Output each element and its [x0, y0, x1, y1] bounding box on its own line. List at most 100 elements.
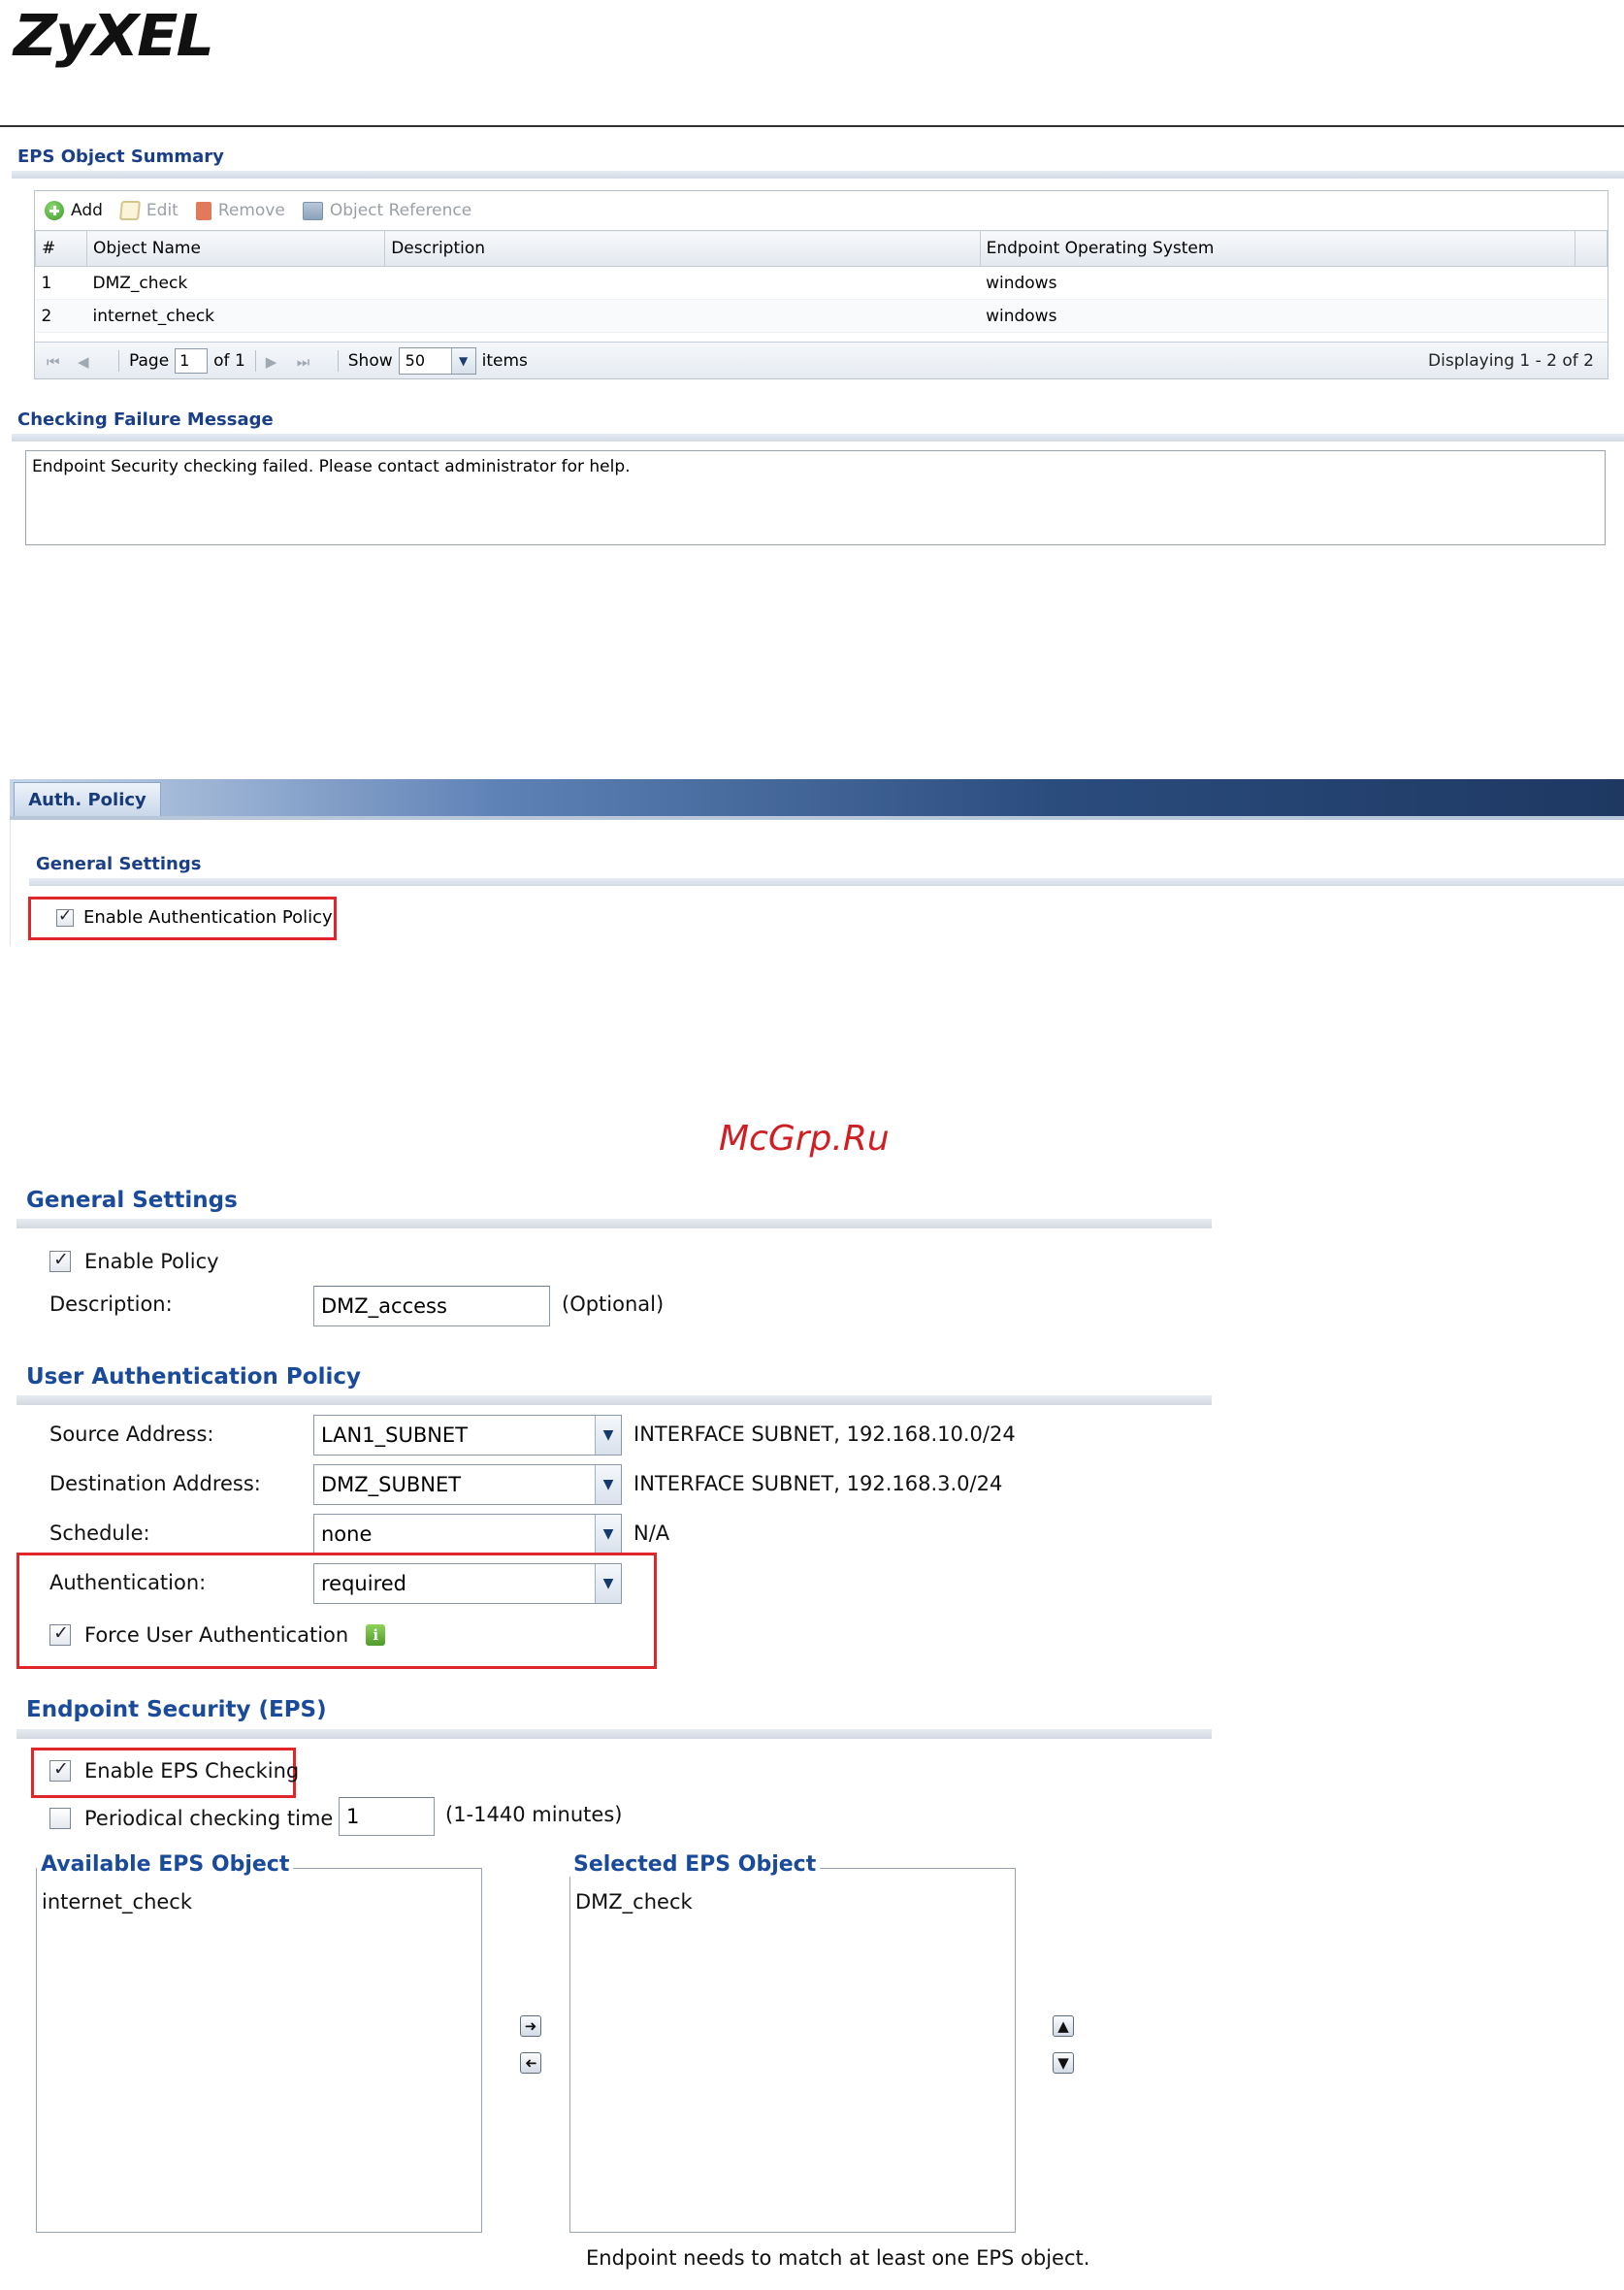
- enable-policy-checkbox[interactable]: [49, 1249, 71, 1272]
- enable-policy-label: Enable Policy: [84, 1250, 219, 1273]
- checking-failure-bar: [12, 434, 1624, 442]
- enable-auth-policy-label: Enable Authentication Policy: [83, 907, 333, 928]
- next-page-icon[interactable]: ▶: [266, 353, 279, 371]
- description-label: Description:: [49, 1292, 173, 1316]
- remove-button[interactable]: Remove: [195, 201, 285, 220]
- first-page-icon[interactable]: ⏮: [47, 353, 60, 371]
- enable-auth-policy-checkbox[interactable]: [56, 906, 74, 927]
- cell-description: [384, 299, 981, 333]
- periodical-check-checkbox[interactable]: [49, 1808, 71, 1829]
- edit-button[interactable]: Edit: [118, 201, 179, 220]
- user-auth-policy-bar: [16, 1395, 1212, 1405]
- available-eps-title: Available EPS Object: [37, 1852, 294, 1877]
- destination-address-label: Destination Address:: [49, 1472, 261, 1495]
- page-of-label: of 1: [213, 350, 245, 371]
- chevron-down-icon: ▼: [595, 1416, 621, 1455]
- eps-summary-title: EPS Object Summary: [17, 147, 224, 167]
- schedule-value: none: [321, 1522, 373, 1546]
- cell-os: windows: [980, 266, 1575, 300]
- pager-separator: [118, 349, 119, 372]
- eps-summary-bar: [12, 171, 1624, 179]
- pager: ⏮ ◀ Page 1 of 1 ▶ ⏭ Show 50 ▼ items Disp…: [35, 342, 1608, 378]
- page-size-value: 50: [405, 351, 425, 370]
- tab-auth-policy[interactable]: Auth. Policy: [14, 782, 161, 816]
- column-header-endpoint-os[interactable]: Endpoint Operating System: [979, 230, 1575, 267]
- list-item[interactable]: DMZ_check: [575, 1890, 693, 1914]
- selected-eps-list[interactable]: DMZ_check: [569, 1868, 1016, 2233]
- list-item[interactable]: internet_check: [42, 1890, 192, 1914]
- cell-num: 1: [35, 266, 87, 300]
- eps-toolbar: Add Edit Remove Object Reference: [35, 191, 1608, 230]
- authentication-value: required: [321, 1572, 406, 1595]
- arrow-left-icon: ➜: [524, 2054, 537, 2072]
- remove-label: Remove: [217, 201, 285, 220]
- page-size-select[interactable]: 50 ▼: [398, 346, 476, 375]
- move-right-button[interactable]: ➜: [520, 2015, 541, 2037]
- description-input[interactable]: DMZ_access: [313, 1286, 550, 1326]
- zyxel-logo: ZyXEL: [14, 2, 214, 70]
- authentication-select[interactable]: required ▼: [313, 1563, 622, 1604]
- periodical-check-row: Periodical checking time: [49, 1807, 333, 1830]
- source-address-label: Source Address:: [49, 1423, 214, 1446]
- object-reference-button[interactable]: Object Reference: [302, 201, 471, 220]
- schedule-info: N/A: [633, 1521, 670, 1545]
- force-user-auth-label: Force User Authentication: [84, 1623, 349, 1647]
- last-page-icon[interactable]: ⏭: [297, 353, 310, 371]
- eps-section-bar: [16, 1729, 1212, 1739]
- enable-eps-label: Enable EPS Checking: [84, 1759, 300, 1783]
- table-row[interactable]: 1 DMZ_check windows: [35, 266, 1608, 300]
- periodical-time-hint: (1-1440 minutes): [445, 1803, 623, 1826]
- chevron-down-icon: ▼: [595, 1515, 621, 1554]
- table-row[interactable]: 2 internet_check windows: [35, 299, 1608, 333]
- chevron-down-icon: ▼: [595, 1465, 621, 1504]
- auth-general-bar: [29, 878, 1624, 886]
- show-label: Show: [347, 350, 393, 371]
- page-input[interactable]: 1: [175, 347, 209, 374]
- cell-object-name: internet_check: [86, 299, 385, 333]
- force-user-auth-row: Force User Authentication i: [49, 1622, 386, 1647]
- cell-num: 2: [35, 299, 87, 333]
- pager-separator: [337, 349, 339, 372]
- add-button[interactable]: Add: [45, 201, 103, 220]
- info-icon[interactable]: i: [366, 1624, 386, 1646]
- periodical-check-label: Periodical checking time: [84, 1807, 334, 1830]
- source-address-value: LAN1_SUBNET: [321, 1423, 469, 1447]
- edit-icon: [118, 201, 141, 220]
- tab-bar: [10, 779, 1624, 816]
- column-header-num[interactable]: #: [34, 230, 88, 267]
- destination-address-info: INTERFACE SUBNET, 192.168.3.0/24: [633, 1472, 1003, 1495]
- eps-object-table: # Object Name Description Endpoint Opera…: [34, 230, 1608, 333]
- chevron-down-icon: ▼: [450, 347, 475, 374]
- edit-label: Edit: [146, 201, 179, 220]
- move-left-button[interactable]: ➜: [520, 2052, 541, 2074]
- prev-page-icon[interactable]: ◀: [78, 353, 91, 371]
- add-label: Add: [71, 201, 103, 220]
- periodical-time-input[interactable]: 1: [339, 1797, 435, 1836]
- move-down-button[interactable]: ▼: [1053, 2052, 1074, 2074]
- displaying-status: Displaying 1 - 2 of 2: [1428, 350, 1594, 371]
- cell-os: windows: [980, 299, 1575, 333]
- items-label: items: [481, 350, 528, 371]
- source-address-select[interactable]: LAN1_SUBNET ▼: [313, 1415, 622, 1456]
- column-header-object-name[interactable]: Object Name: [86, 230, 386, 267]
- move-up-button[interactable]: ▲: [1053, 2015, 1074, 2037]
- column-header-description[interactable]: Description: [384, 230, 981, 267]
- failure-message-textarea[interactable]: Endpoint Security checking failed. Pleas…: [25, 450, 1606, 545]
- general-settings-title: General Settings: [26, 1188, 238, 1213]
- force-user-auth-checkbox[interactable]: [49, 1622, 71, 1646]
- source-address-info: INTERFACE SUBNET, 192.168.10.0/24: [633, 1423, 1016, 1446]
- available-eps-list[interactable]: internet_check: [36, 1868, 482, 2233]
- enable-auth-policy-row: Enable Authentication Policy: [56, 906, 333, 928]
- enable-eps-checkbox[interactable]: [49, 1758, 71, 1782]
- authentication-label: Authentication:: [49, 1571, 207, 1594]
- page-label: Page: [129, 350, 170, 371]
- arrow-up-icon: ▲: [1057, 2017, 1069, 2035]
- eps-footer-note: Endpoint needs to match at least one EPS…: [586, 2246, 1090, 2270]
- arrow-down-icon: ▼: [1057, 2054, 1069, 2072]
- pager-separator: [254, 349, 256, 372]
- destination-address-select[interactable]: DMZ_SUBNET ▼: [313, 1464, 622, 1505]
- enable-eps-row: Enable EPS Checking: [49, 1758, 300, 1783]
- schedule-select[interactable]: none ▼: [313, 1514, 622, 1554]
- trash-icon: [195, 201, 211, 220]
- column-header-menu[interactable]: [1574, 230, 1608, 267]
